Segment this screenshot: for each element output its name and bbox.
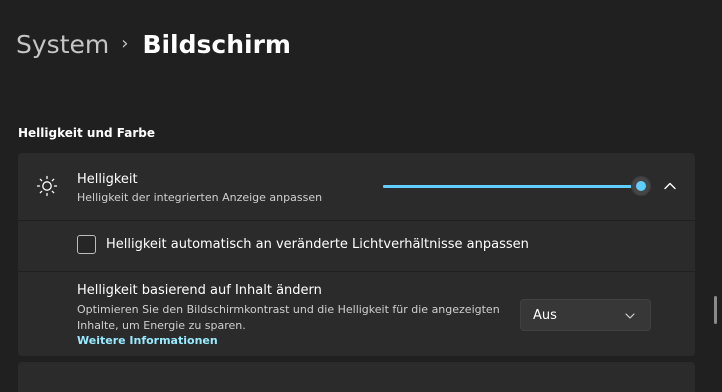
sun-icon xyxy=(36,175,58,197)
slider-fill xyxy=(383,185,641,188)
chevron-down-icon xyxy=(625,313,635,319)
section-title: Helligkeit und Farbe xyxy=(18,126,156,140)
brightness-subtitle: Helligkeit der integrierten Anzeige anpa… xyxy=(77,191,323,204)
brightness-card: Helligkeit Helligkeit der integrierten A… xyxy=(18,153,695,220)
content-brightness-row: Helligkeit basierend auf Inhalt ändern O… xyxy=(18,272,695,356)
dropdown-value: Aus xyxy=(533,308,557,323)
auto-brightness-row: Helligkeit automatisch an veränderte Lic… xyxy=(18,221,695,271)
scrollbar[interactable] xyxy=(714,296,717,324)
learn-more-link[interactable]: Weitere Informationen xyxy=(77,334,218,347)
brightness-title: Helligkeit xyxy=(77,172,138,187)
brightness-slider[interactable] xyxy=(383,174,651,198)
content-brightness-description: Optimieren Sie den Bildschirmkontrast un… xyxy=(77,303,500,332)
breadcrumb-separator-icon: › xyxy=(121,32,129,54)
content-brightness-dropdown[interactable]: Aus xyxy=(520,299,651,331)
auto-brightness-label[interactable]: Helligkeit automatisch an veränderte Lic… xyxy=(106,237,529,252)
next-settings-card[interactable] xyxy=(18,362,695,392)
chevron-up-icon[interactable] xyxy=(663,179,677,193)
auto-brightness-checkbox[interactable] xyxy=(77,235,96,254)
page-title: Bildschirm xyxy=(142,29,291,59)
breadcrumb: System › Bildschirm xyxy=(16,24,291,64)
content-brightness-title: Helligkeit basierend auf Inhalt ändern xyxy=(77,283,322,298)
slider-thumb[interactable] xyxy=(631,176,651,196)
breadcrumb-parent-system[interactable]: System xyxy=(16,30,109,59)
